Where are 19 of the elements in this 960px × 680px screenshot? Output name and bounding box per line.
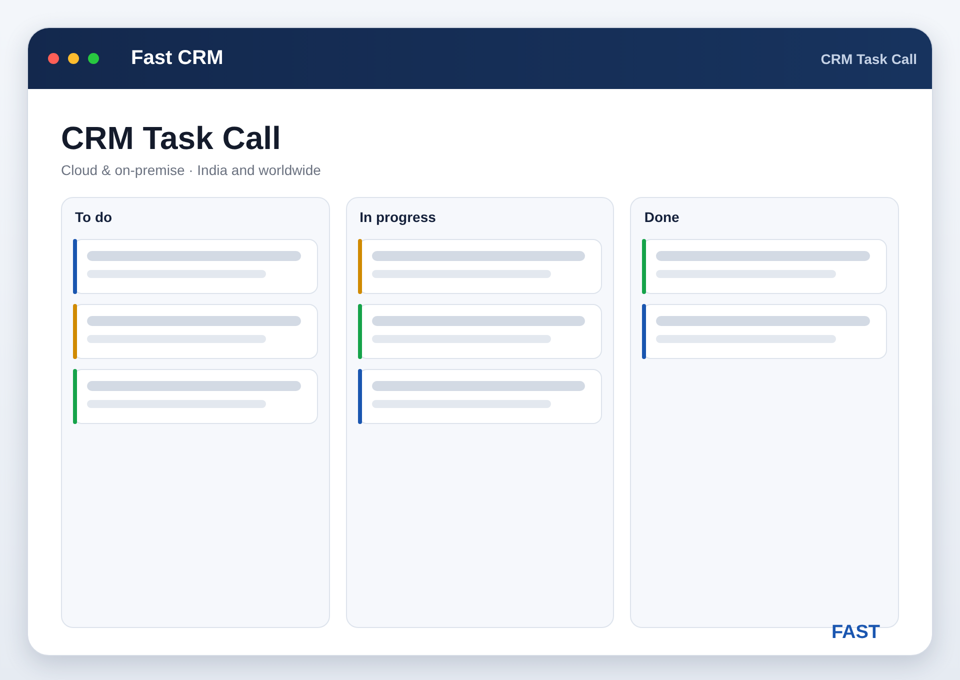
page-heading: CRM Task Call — [61, 119, 282, 157]
column-title: In progress — [360, 209, 437, 225]
app-name: Fast CRM — [131, 47, 224, 70]
task-card[interactable] — [358, 239, 602, 294]
task-card[interactable] — [73, 369, 318, 424]
column-title: To do — [75, 209, 114, 225]
task-card[interactable] — [73, 239, 318, 294]
window-context-label: CRM Task Call — [820, 50, 917, 66]
window-control-icon[interactable] — [68, 53, 79, 64]
task-card[interactable] — [73, 304, 318, 359]
window-control-icon[interactable] — [88, 53, 99, 64]
page-subtitle: Cloud & on-premise · India and worldwide — [61, 162, 322, 178]
column-title: Done — [644, 209, 680, 225]
task-card[interactable] — [642, 239, 887, 294]
task-card[interactable] — [358, 304, 602, 359]
brand-logo: FAST — [831, 622, 880, 644]
window-control-icon[interactable] — [48, 53, 59, 64]
task-card[interactable] — [642, 304, 887, 359]
task-card[interactable] — [358, 369, 602, 424]
